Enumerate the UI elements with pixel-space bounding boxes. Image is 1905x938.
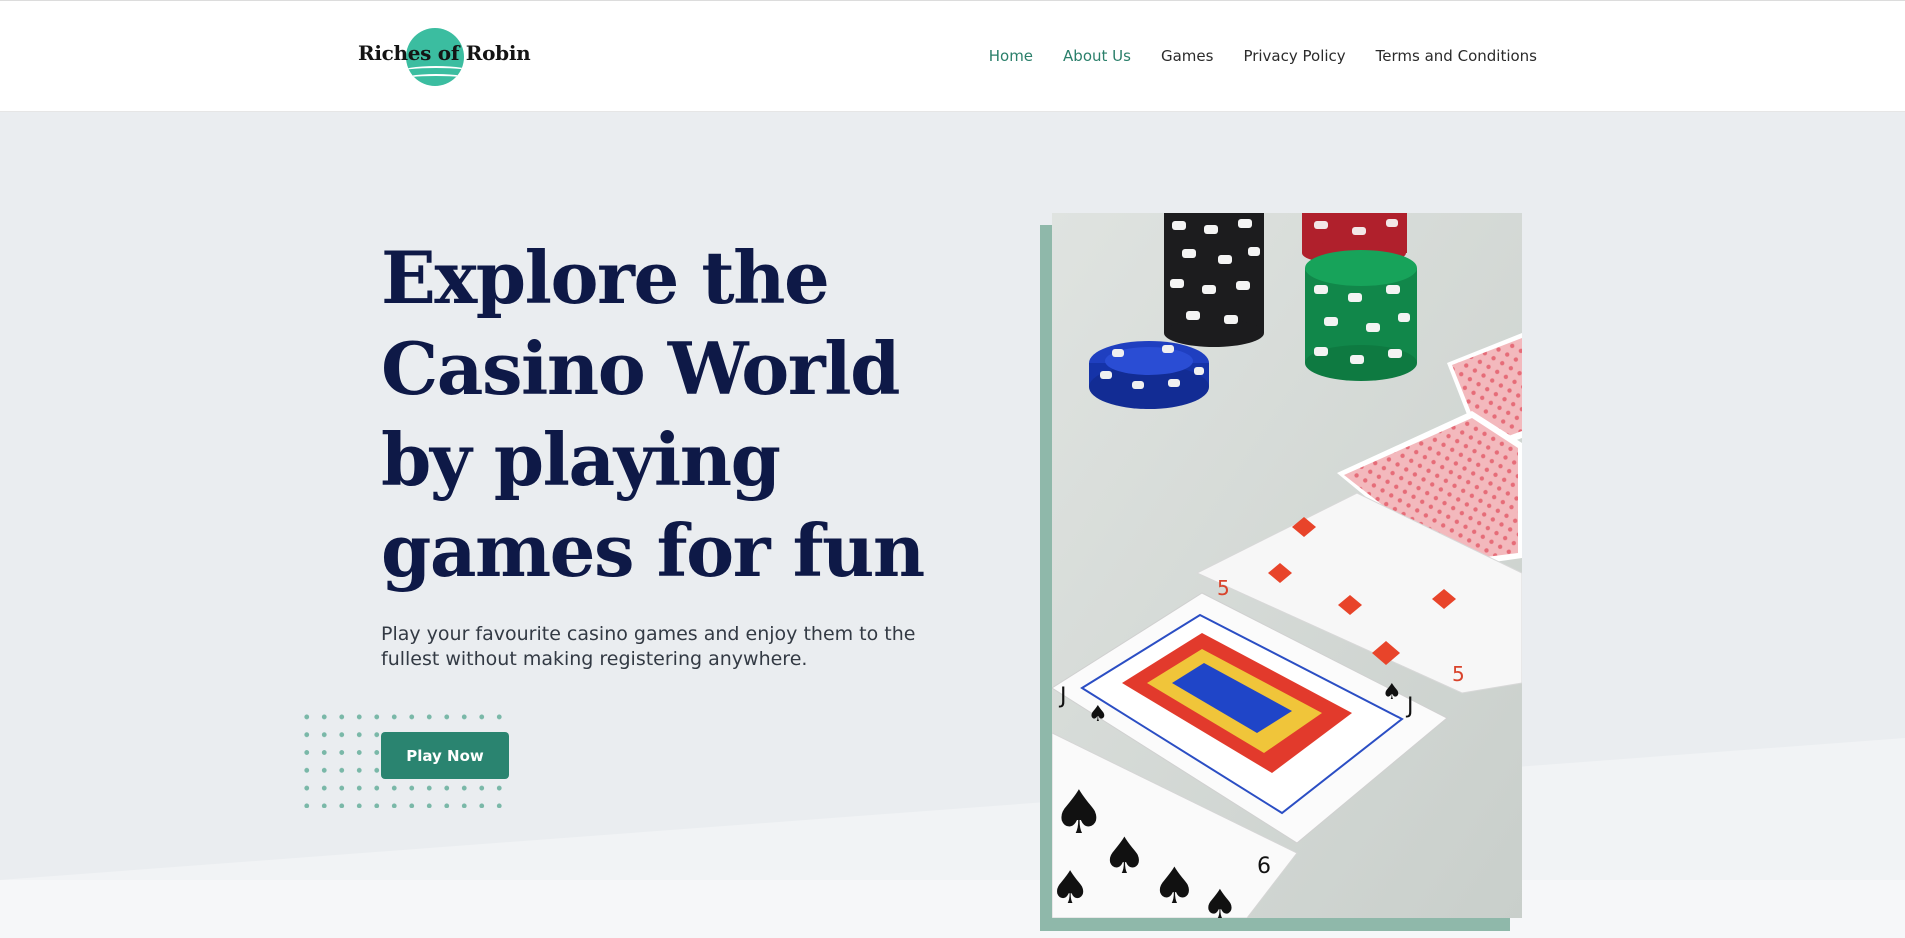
svg-text:♠: ♠ xyxy=(1152,857,1197,915)
svg-text:♠: ♠ xyxy=(1382,680,1402,705)
logo[interactable]: Riches of Robin xyxy=(356,26,531,88)
svg-text:♠: ♠ xyxy=(1088,702,1108,727)
nav-item-about-us[interactable]: About Us xyxy=(1063,47,1131,65)
svg-text:J: J xyxy=(1058,684,1067,709)
site-header: Riches of Robin Home About Us Games Priv… xyxy=(0,0,1905,112)
hero-title: Explore the Casino World by playing game… xyxy=(381,235,925,593)
svg-text:♠: ♠ xyxy=(1052,861,1090,914)
blue-chip xyxy=(1089,341,1209,409)
svg-text:♠: ♠ xyxy=(1202,882,1238,918)
svg-text:J: J xyxy=(1405,694,1414,719)
hero-subtitle: Play your favourite casino games and enj… xyxy=(381,623,916,670)
nav-item-terms-and-conditions[interactable]: Terms and Conditions xyxy=(1376,47,1537,65)
nav-item-games[interactable]: Games xyxy=(1161,47,1213,65)
footer-band xyxy=(0,880,1905,938)
play-now-button[interactable]: Play Now xyxy=(381,732,509,779)
svg-text:♠: ♠ xyxy=(1052,778,1106,848)
nav-item-privacy-policy[interactable]: Privacy Policy xyxy=(1243,47,1345,65)
black-chip-stack xyxy=(1164,213,1264,347)
hero-image: 5 5 J J ♠ ♠ ♠ ♠ ♠ ♠ ♠ 6 xyxy=(1052,213,1522,918)
svg-text:5: 5 xyxy=(1217,576,1230,600)
svg-text:6: 6 xyxy=(1257,854,1271,879)
brand-name: Riches of Robin xyxy=(358,41,531,65)
svg-text:♠: ♠ xyxy=(1102,827,1147,885)
green-chip-stack xyxy=(1305,250,1417,381)
main-nav: Home About Us Games Privacy Policy Terms… xyxy=(989,47,1537,65)
svg-text:5: 5 xyxy=(1452,662,1465,686)
casino-chips-and-cards-illustration: 5 5 J J ♠ ♠ ♠ ♠ ♠ ♠ ♠ 6 xyxy=(1052,213,1522,918)
nav-item-home[interactable]: Home xyxy=(989,47,1033,65)
